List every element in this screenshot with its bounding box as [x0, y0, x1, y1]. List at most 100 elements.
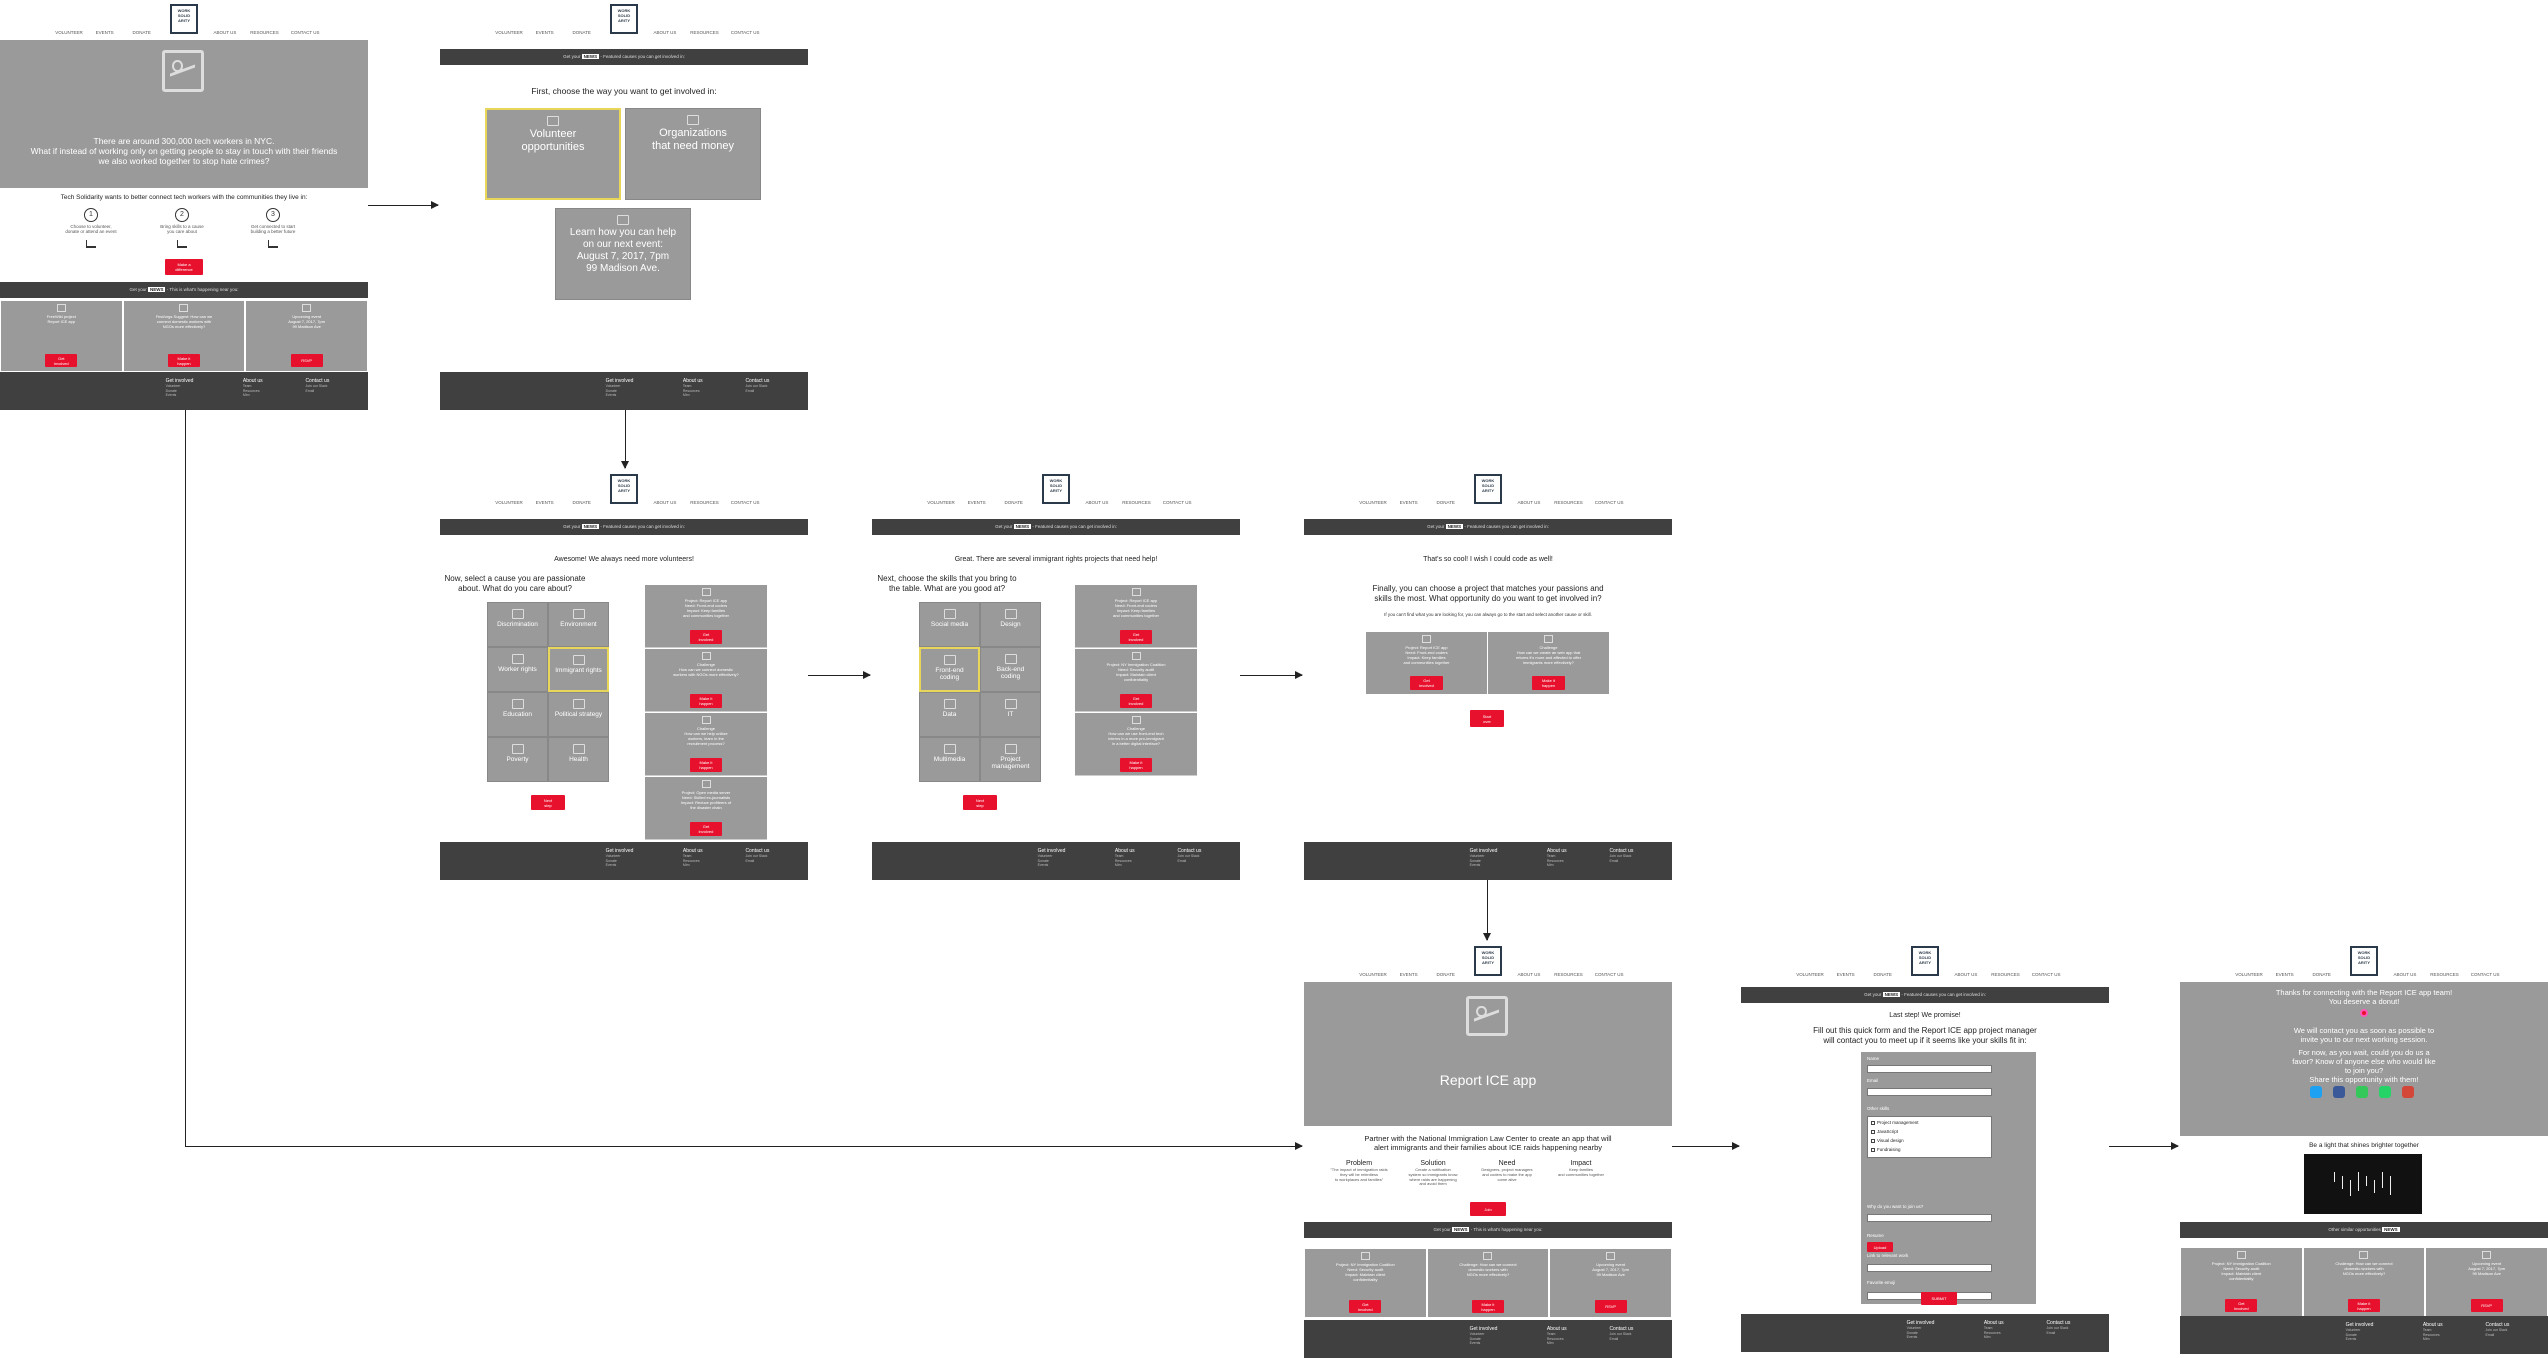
footer-link[interactable]: Events [1907, 1335, 1935, 1340]
nav-link-events[interactable]: EVENTS [1400, 500, 1418, 505]
nav-link-about-us[interactable]: ABOUT US [653, 500, 676, 505]
footer-link[interactable]: Mim [1547, 1341, 1567, 1346]
footer-link[interactable]: Email [1609, 1337, 1633, 1342]
footer-link[interactable]: Mim [1984, 1335, 2004, 1340]
nav-link-contact-us[interactable]: CONTACT US [1163, 500, 1192, 505]
twitter-icon[interactable] [2310, 1086, 2322, 1098]
footer-link[interactable]: Join our Slack [305, 384, 329, 389]
nav-link-about-us[interactable]: ABOUT US [1085, 500, 1108, 505]
news-tag[interactable]: NEWS [1882, 992, 1901, 997]
cause-tile[interactable]: Political strategy [548, 692, 609, 737]
card-button[interactable]: Get involved [1410, 676, 1443, 690]
nav-link-volunteer[interactable]: VOLUNTEER [495, 30, 523, 35]
skill-tile[interactable]: Multimedia [919, 737, 980, 782]
nav-link-events[interactable]: EVENTS [96, 30, 114, 35]
skill-option[interactable]: Visual design [1871, 1138, 1904, 1143]
cause-tile[interactable]: Environment [548, 602, 609, 647]
start-over-button[interactable]: Start over [1470, 710, 1504, 727]
next-step-button[interactable]: Next step [963, 795, 997, 810]
nav-link-contact-us[interactable]: CONTACT US [2032, 972, 2061, 977]
nav-link-about-us[interactable]: ABOUT US [653, 30, 676, 35]
text-field[interactable] [1867, 1264, 1992, 1272]
nav-link-about-us[interactable]: ABOUT US [1954, 972, 1977, 977]
text-field[interactable] [1867, 1065, 1992, 1073]
nav-link-volunteer[interactable]: VOLUNTEER [2235, 972, 2263, 977]
footer-link[interactable]: Events [1470, 1341, 1498, 1346]
option-tile[interactable]: Learn how you can help on our next event:… [555, 208, 691, 300]
card-button[interactable]: Make it happen [1532, 676, 1565, 690]
news-tag[interactable]: NEWS [1451, 1227, 1470, 1232]
nav-link-donate[interactable]: DONATE [572, 30, 590, 35]
facebook-icon[interactable] [2333, 1086, 2345, 1098]
card-button[interactable]: Get involved [1120, 694, 1152, 708]
footer-link[interactable]: Email [745, 389, 769, 394]
nav-link-donate[interactable]: DONATE [572, 500, 590, 505]
footer-link[interactable]: Mim [1115, 863, 1135, 868]
skill-tile[interactable]: Data [919, 692, 980, 737]
footer-link[interactable]: Events [606, 863, 634, 868]
nav-link-events[interactable]: EVENTS [536, 500, 554, 505]
nav-link-volunteer[interactable]: VOLUNTEER [495, 500, 523, 505]
card-button[interactable]: Make it happen [2347, 1299, 2380, 1312]
footer-link[interactable]: Events [606, 393, 634, 398]
cause-tile[interactable]: Discrimination [487, 602, 548, 647]
footer-link[interactable]: Mim [1547, 863, 1567, 868]
card-button[interactable]: Get involved [1120, 630, 1152, 644]
footer-link[interactable]: Join our Slack [1609, 1332, 1633, 1337]
skill-tile[interactable]: Social media [919, 602, 980, 647]
footer-link[interactable]: Join our Slack [1609, 854, 1633, 859]
nav-link-donate[interactable]: DONATE [132, 30, 150, 35]
card-button[interactable]: Make it happen [1471, 1300, 1504, 1313]
nav-link-volunteer[interactable]: VOLUNTEER [1359, 500, 1387, 505]
mail-icon[interactable] [2402, 1086, 2414, 1098]
nav-link-volunteer[interactable]: VOLUNTEER [1796, 972, 1824, 977]
skill-tile[interactable]: Project management [980, 737, 1041, 782]
nav-link-about-us[interactable]: ABOUT US [213, 30, 236, 35]
footer-link[interactable]: Join our Slack [745, 384, 769, 389]
nav-link-contact-us[interactable]: CONTACT US [1595, 500, 1624, 505]
nav-link-resources[interactable]: RESOURCES [690, 30, 719, 35]
upload-button[interactable]: Upload [1867, 1242, 1893, 1252]
make-difference-button[interactable]: Make a difference [165, 259, 203, 275]
footer-link[interactable]: Join our Slack [2046, 1326, 2070, 1331]
card-button[interactable]: Get involved [690, 630, 722, 644]
next-step-button[interactable]: Next step [531, 795, 565, 810]
footer-link[interactable]: Join our Slack [745, 854, 769, 859]
nav-link-donate[interactable]: DONATE [1436, 972, 1454, 977]
text-field[interactable] [1867, 1214, 1992, 1222]
nav-link-contact-us[interactable]: CONTACT US [2471, 972, 2500, 977]
nav-link-about-us[interactable]: ABOUT US [1517, 972, 1540, 977]
footer-link[interactable]: Email [1177, 859, 1201, 864]
news-tag[interactable]: NEWS [581, 54, 600, 59]
checkbox[interactable] [1871, 1138, 1875, 1143]
nav-link-volunteer[interactable]: VOLUNTEER [927, 500, 955, 505]
submit-button[interactable]: SUBMIT [1921, 1292, 1957, 1305]
footer-link[interactable]: Mim [683, 863, 703, 868]
card-button[interactable]: Make it happen [167, 354, 200, 367]
option-tile[interactable]: Volunteer opportunities [485, 108, 621, 200]
footer-link[interactable]: Email [745, 859, 769, 864]
cause-tile[interactable]: Education [487, 692, 548, 737]
footer-link[interactable]: Events [166, 393, 194, 398]
nav-link-resources[interactable]: RESOURCES [1991, 972, 2020, 977]
news-tag[interactable]: NEWS [581, 524, 600, 529]
card-button[interactable]: Make it happen [1120, 758, 1152, 772]
checkbox[interactable] [1871, 1120, 1875, 1125]
card-button[interactable]: Make it happen [690, 694, 722, 708]
footer-link[interactable]: Email [2046, 1331, 2070, 1336]
messages-icon[interactable] [2356, 1086, 2368, 1098]
nav-link-contact-us[interactable]: CONTACT US [731, 30, 760, 35]
footer-link[interactable]: Mim [243, 393, 263, 398]
nav-link-events[interactable]: EVENTS [1837, 972, 1855, 977]
nav-link-volunteer[interactable]: VOLUNTEER [55, 30, 83, 35]
news-tag[interactable]: NEWS [1445, 524, 1464, 529]
card-button[interactable]: RSVP [2470, 1299, 2503, 1312]
news-tag[interactable]: NEWS [2382, 1227, 2400, 1232]
cause-tile[interactable]: Immigrant rights [548, 647, 609, 692]
join-button[interactable]: Join [1470, 1202, 1506, 1216]
footer-link[interactable]: Mim [2423, 1337, 2443, 1342]
checkbox[interactable] [1871, 1147, 1875, 1152]
nav-link-events[interactable]: EVENTS [1400, 972, 1418, 977]
card-button[interactable]: RSVP [290, 354, 323, 367]
nav-link-resources[interactable]: RESOURCES [690, 500, 719, 505]
